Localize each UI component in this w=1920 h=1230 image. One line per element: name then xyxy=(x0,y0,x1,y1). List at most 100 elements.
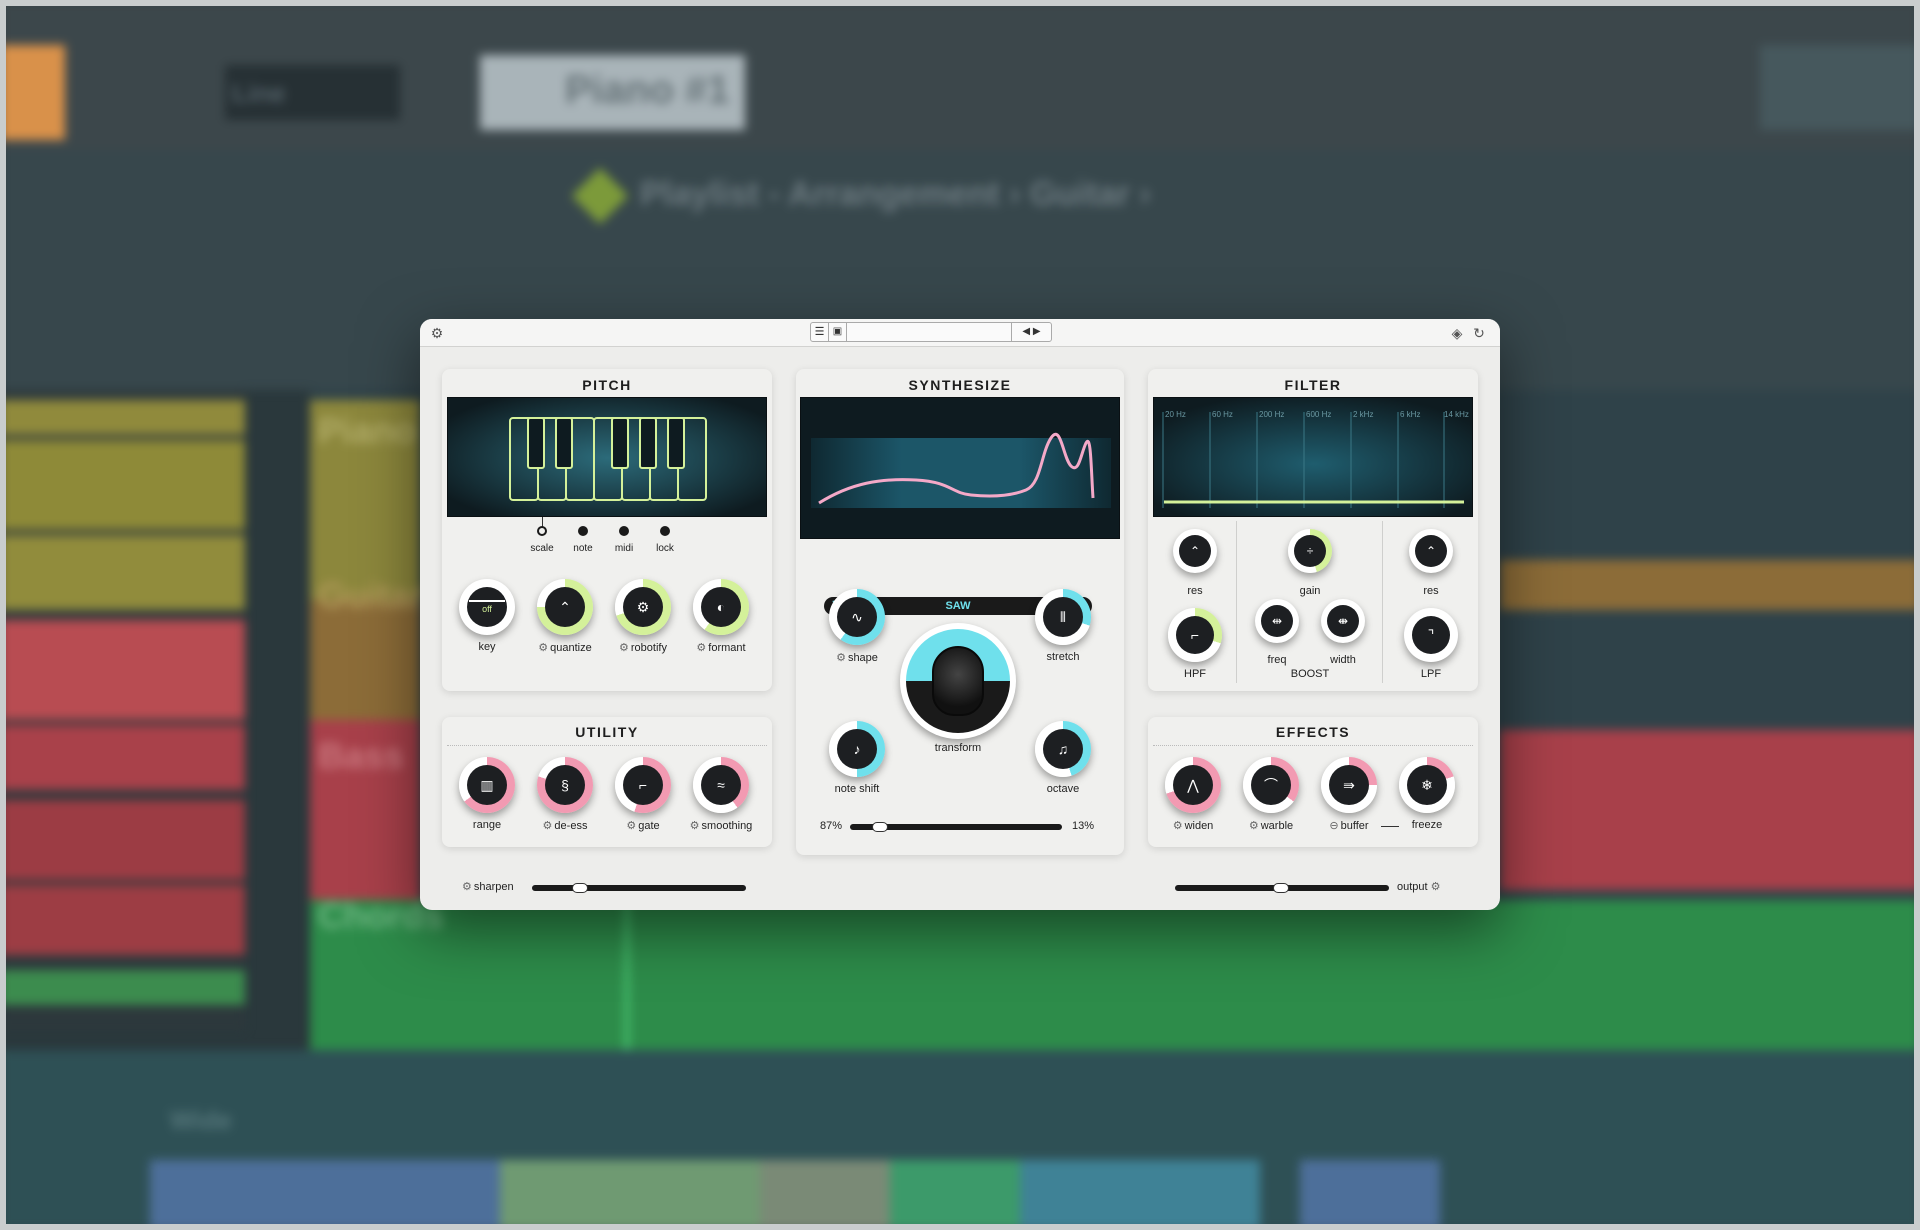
utility-panel: UTILITY ▥ § ⌐ ≈ range ⚙ de-ess ⚙ gate ⚙ smo… xyxy=(442,717,772,847)
synthesize-panel: SYNTHESIZE ☰SAW ∿ ⚙shape ⫴ stretch trans… xyxy=(796,369,1124,855)
boost-freq-label: freq xyxy=(1267,654,1287,666)
gain-knob[interactable]: ÷ xyxy=(1288,529,1332,573)
gear-icon[interactable]: ⚙ xyxy=(696,642,706,654)
freq-label-60hz: 60 Hz xyxy=(1212,410,1233,419)
mode-scale-radio[interactable] xyxy=(537,526,547,536)
preset-browser[interactable]: ☰ ▣ ◀ ▶ xyxy=(810,322,1052,342)
lpf-label: LPF xyxy=(1420,668,1442,680)
output-thumb[interactable] xyxy=(1273,883,1289,893)
mix-thumb[interactable] xyxy=(872,822,888,832)
widen-label: ⚙ widen xyxy=(1172,820,1214,832)
hpf-label: HPF xyxy=(1184,668,1206,680)
vocal-plugin-window: ⚙ ☰ ▣ ◀ ▶ ◈ ↻ PITCH scale note midi lock… xyxy=(420,319,1500,910)
gear-icon[interactable]: ⚙ xyxy=(428,324,446,342)
robot-head-icon: ⚙ xyxy=(623,587,663,627)
gear-icon[interactable]: ⚙ xyxy=(626,820,636,832)
gate-label: ⚙ gate xyxy=(626,820,660,832)
hpf-res-label: res xyxy=(1187,585,1203,597)
triangle-left-icon[interactable]: ◀ xyxy=(1022,326,1030,337)
formant-knob[interactable]: ◐ xyxy=(693,579,749,635)
lpf-knob[interactable]: ⌝ xyxy=(1404,608,1458,662)
key-label: key xyxy=(478,641,496,653)
gear-icon[interactable]: ⚙ xyxy=(538,642,548,654)
wide-label-bg: Wide xyxy=(170,1105,232,1135)
gate-icon: ⌐ xyxy=(623,765,663,805)
gear-icon[interactable]: ⚙ xyxy=(836,652,846,664)
plugin-titlebar: ⚙ ☰ ▣ ◀ ▶ ◈ ↻ xyxy=(420,319,1500,347)
triangle-right-icon[interactable]: ▶ xyxy=(1033,326,1041,337)
mix-left-value: 87% xyxy=(820,820,843,832)
lpf-res-label: res xyxy=(1423,585,1439,597)
gear-icon[interactable]: ⚙ xyxy=(1249,820,1259,832)
de-ess-knob[interactable]: § xyxy=(537,757,593,813)
output-label: output ⚙ xyxy=(1397,881,1441,893)
plus-minus-icon: ÷ xyxy=(1294,535,1326,567)
highpass-icon: ⌐ xyxy=(1176,616,1214,654)
gear-icon[interactable]: ⚙ xyxy=(690,820,700,832)
stretch-knob[interactable]: ⫴ xyxy=(1035,589,1091,645)
buffer-label: ⊖ buffer xyxy=(1329,820,1369,832)
freeze-label: freeze xyxy=(1411,819,1443,831)
gate-knob[interactable]: ⌐ xyxy=(615,757,671,813)
resonance-icon: ⌃ xyxy=(1415,535,1447,567)
smoothing-label: ⚙ smoothing xyxy=(689,820,753,832)
octave-knob[interactable]: ♫ xyxy=(1035,721,1091,777)
mode-midi-radio[interactable] xyxy=(619,526,629,536)
gear-icon[interactable]: ⚙ xyxy=(462,881,472,893)
freeze-knob[interactable]: ❄ xyxy=(1399,757,1455,813)
widen-knob[interactable]: ⋀ xyxy=(1165,757,1221,813)
mix-right-value: 13% xyxy=(1072,820,1095,832)
mode-note-radio[interactable] xyxy=(578,526,588,536)
boost-width-knob[interactable]: ⇼ xyxy=(1321,599,1365,643)
range-knob[interactable]: ▥ xyxy=(459,757,515,813)
layers-icon[interactable]: ◈ xyxy=(1448,324,1466,342)
sharpen-slider[interactable] xyxy=(532,883,746,893)
de-ess-label: ⚙ de-ess xyxy=(542,820,588,832)
transform-label: transform xyxy=(934,742,982,754)
stretch-bars-icon: ⫴ xyxy=(1043,597,1083,637)
face-icon xyxy=(906,629,1010,733)
smoothing-knob[interactable]: ≈ xyxy=(693,757,749,813)
buffer-knob[interactable]: ⇛ xyxy=(1321,757,1377,813)
hpf-res-knob[interactable]: ⌃ xyxy=(1173,529,1217,573)
mode-midi-label: midi xyxy=(614,543,634,554)
hpf-knob[interactable]: ⌐ xyxy=(1168,608,1222,662)
output-slider[interactable] xyxy=(1175,883,1389,893)
undo-icon[interactable]: ↻ xyxy=(1470,324,1488,342)
hamburger-icon[interactable]: ☰ xyxy=(811,323,829,341)
note-shift-knob[interactable]: ♪ xyxy=(829,721,885,777)
transform-knob[interactable] xyxy=(900,623,1016,739)
preset-nav: ◀ ▶ xyxy=(1011,323,1051,341)
freq-label-6khz: 6 kHz xyxy=(1400,410,1421,419)
effects-title: EFFECTS xyxy=(1275,724,1351,740)
formant-icon: ◐ xyxy=(701,587,741,627)
sharpen-thumb[interactable] xyxy=(572,883,588,893)
gear-icon[interactable]: ⚙ xyxy=(543,820,553,832)
effects-panel: EFFECTS ⋀ ⌒ ⇛ ❄ ⚙ widen ⚙ warble ⊖ buffer f… xyxy=(1148,717,1478,847)
key-knob[interactable]: off xyxy=(459,579,515,635)
robotify-label: ⚙ robotify xyxy=(619,642,667,654)
gear-icon[interactable]: ⚙ xyxy=(1431,881,1441,893)
mix-slider[interactable] xyxy=(850,822,1062,832)
stretch-label: stretch xyxy=(1046,651,1080,663)
link-icon[interactable]: ⊖ xyxy=(1329,820,1338,832)
freq-label-600hz: 600 Hz xyxy=(1306,410,1332,419)
lpf-res-knob[interactable]: ⌃ xyxy=(1409,529,1453,573)
shape-knob[interactable]: ∿ xyxy=(829,589,885,645)
gear-icon[interactable]: ⚙ xyxy=(1173,820,1183,832)
gear-icon[interactable]: ⚙ xyxy=(619,642,629,654)
mode-lock-radio[interactable] xyxy=(660,526,670,536)
filter-eq-display: 20 Hz 60 Hz 200 Hz 600 Hz 2 kHz 6 kHz 14… xyxy=(1153,397,1473,517)
synth-waveform-display xyxy=(800,397,1120,539)
warble-knob[interactable]: ⌒ xyxy=(1243,757,1299,813)
formant-label: ⚙ formant xyxy=(696,642,746,654)
boost-freq-knob[interactable]: ⇹ xyxy=(1255,599,1299,643)
utility-title: UTILITY xyxy=(575,724,639,740)
breadcrumb-bg: Playlist - Arrangement › Guitar › xyxy=(640,175,1151,213)
quantize-knob[interactable]: ⌃ xyxy=(537,579,593,635)
quantize-label: ⚙ quantize xyxy=(538,642,592,654)
track-bass-bg: Bass xyxy=(318,735,405,776)
robotify-knob[interactable]: ⚙ xyxy=(615,579,671,635)
save-icon[interactable]: ▣ xyxy=(829,323,847,341)
filter-title: FILTER xyxy=(1284,377,1342,393)
